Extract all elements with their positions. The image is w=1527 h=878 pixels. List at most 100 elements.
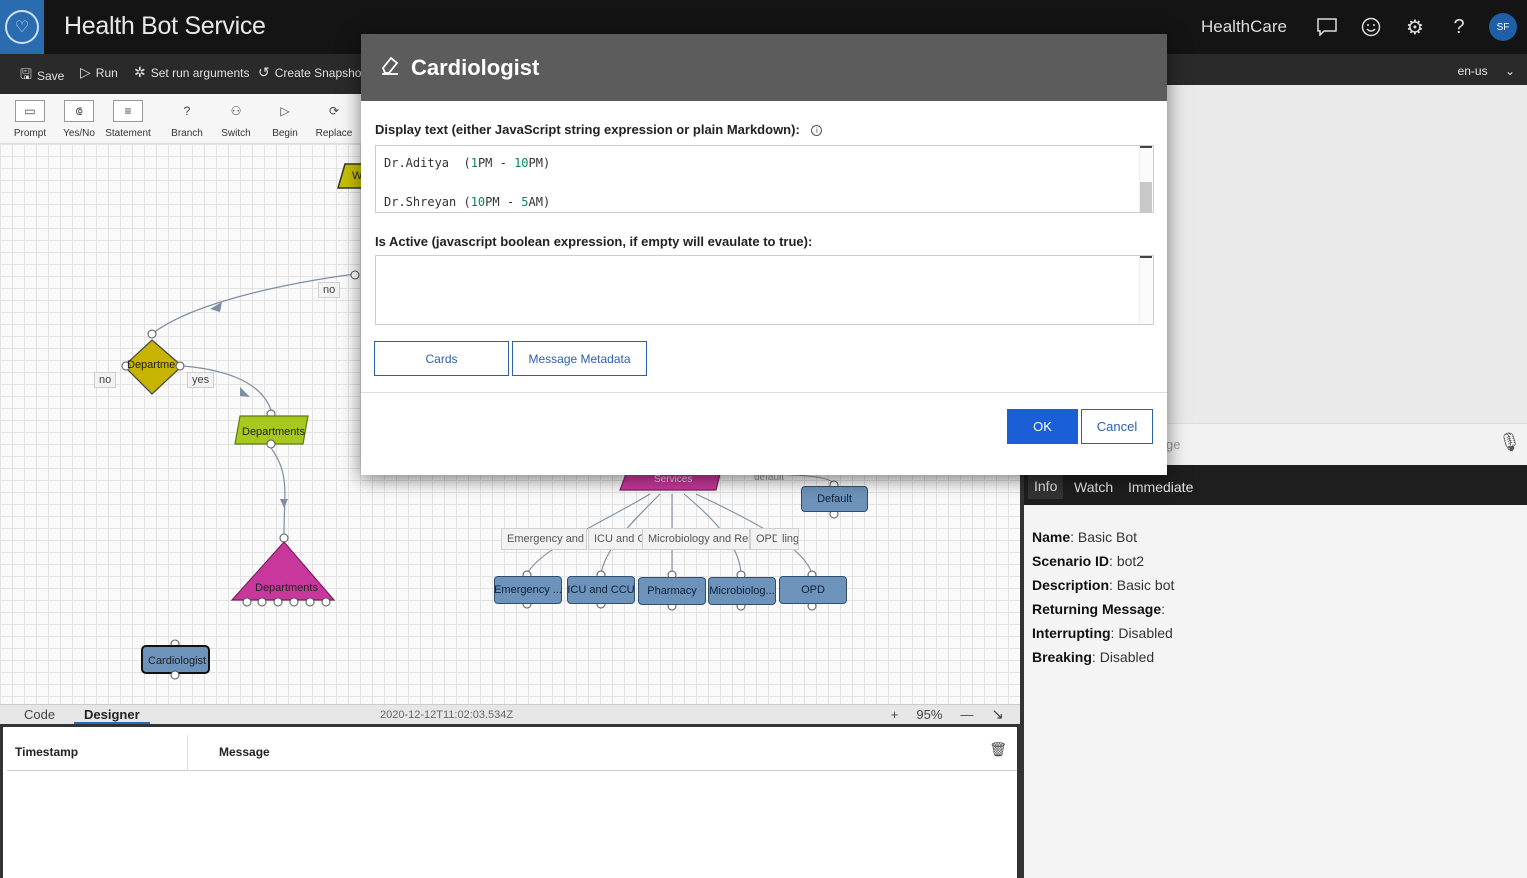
departments-switch-label: Departments <box>255 582 318 594</box>
tab-info[interactable]: Info <box>1028 473 1064 499</box>
display-text-editor[interactable]: Dr.Aditya (1PM - 10PM) Dr.Shreyan (10PM … <box>375 145 1154 213</box>
cardiologist-node-label: Cardiologist <box>148 655 207 667</box>
cancel-button[interactable]: Cancel <box>1081 409 1153 444</box>
feedback-smiley-icon[interactable] <box>1349 0 1393 54</box>
help-icon[interactable]: ? <box>1437 0 1481 54</box>
info-icon[interactable]: i <box>811 125 823 137</box>
edge-label-no: no <box>94 372 117 388</box>
branch-icon: ? <box>183 104 191 118</box>
info-value: bot2 <box>1116 553 1145 569</box>
service-node-label: ICU and CCU <box>567 584 635 596</box>
info-panel: Name: Basic Bot Scenario ID: bot2 Descri… <box>1024 505 1527 878</box>
default-node[interactable]: Default <box>801 486 868 512</box>
play-icon: ▷ <box>80 64 91 80</box>
tenant-name[interactable]: HealthCare <box>1201 17 1287 37</box>
scrollbar-cap <box>1140 256 1152 258</box>
begin-icon: ▷ <box>280 104 290 118</box>
chat-icon[interactable] <box>1305 0 1349 54</box>
palette-begin[interactable]: ▷ Begin <box>261 100 309 139</box>
log-col-message[interactable]: Message <box>219 745 270 759</box>
editor-token: 5 <box>521 195 529 209</box>
app-title: Health Bot Service <box>64 12 266 40</box>
service-node-label: OPD <box>801 584 825 596</box>
save-button[interactable]: 🖫 Save <box>20 64 64 88</box>
info-label: Name <box>1032 529 1071 545</box>
is-active-editor[interactable] <box>375 255 1154 325</box>
yesno-icon: ⟃ <box>64 100 94 122</box>
palette-branch[interactable]: ? Branch <box>163 100 211 139</box>
palette-statement[interactable]: ≡ Statement <box>104 100 152 139</box>
editor-scrollbar[interactable] <box>1139 256 1153 324</box>
service-node[interactable]: ICU and CCU <box>567 576 635 604</box>
editor-token: 1 <box>470 156 478 170</box>
info-interrupting-row: Interrupting: Disabled <box>1032 625 1173 641</box>
info-label: Interrupting <box>1032 625 1111 641</box>
node-palette: ▭ Prompt ⟃ Yes/No ≡ Statement ? Branch ⚇… <box>0 94 362 144</box>
settings-gear-icon[interactable]: ⚙ <box>1393 0 1437 54</box>
chat-input-placeholder: ge <box>1166 437 1181 452</box>
zoom-out-icon[interactable]: — <box>960 707 973 722</box>
service-node-label: Microbiolog... <box>709 585 775 597</box>
editor-scrollbar[interactable] <box>1139 146 1153 213</box>
tab-designer[interactable]: Designer <box>74 707 150 725</box>
editor-tab-bar: Code Designer 2020-12-12T11:02:03.534Z +… <box>0 704 1020 725</box>
info-name-row: Name: Basic Bot <box>1032 529 1138 545</box>
fit-to-screen-icon[interactable]: ↘ <box>991 705 1004 723</box>
microphone-icon[interactable]: 🎙 <box>1498 432 1521 453</box>
info-value: Basic Bot <box>1077 529 1138 545</box>
palette-prompt[interactable]: ▭ Prompt <box>6 100 54 139</box>
palette-switch[interactable]: ⚇ Switch <box>212 100 260 139</box>
tab-watch[interactable]: Watch <box>1074 479 1113 495</box>
zoom-level: 95% <box>916 706 943 722</box>
save-icon: 🖫 <box>20 66 32 82</box>
zoom-in-icon[interactable]: + <box>891 707 899 722</box>
locale-value: en-us <box>1457 64 1488 78</box>
set-run-arguments-label: Set run arguments <box>150 65 250 80</box>
palette-replace[interactable]: ⟳ Replace <box>310 100 358 139</box>
app-logo[interactable]: ♡ <box>0 0 44 54</box>
palette-label: Branch <box>171 128 203 139</box>
editor-token: PM - <box>477 156 515 170</box>
tab-immediate[interactable]: Immediate <box>1128 479 1193 495</box>
trash-icon[interactable]: 🗑 <box>989 741 1007 758</box>
set-run-arguments-button[interactable]: ✲ Set run arguments <box>134 64 249 81</box>
scrollbar-cap <box>1140 146 1152 148</box>
header-actions: HealthCare ⚙ ? SF <box>1201 0 1527 54</box>
dialog-footer-divider <box>361 392 1167 393</box>
run-button[interactable]: ▷ Run <box>80 64 118 81</box>
column-divider <box>187 735 188 771</box>
info-label: Description <box>1032 577 1110 593</box>
palette-yes-no[interactable]: ⟃ Yes/No <box>55 100 103 139</box>
log-col-timestamp[interactable]: Timestamp <box>15 745 78 759</box>
eraser-icon <box>379 54 401 82</box>
service-node[interactable]: Pharmacy <box>638 577 706 605</box>
service-node[interactable]: OPD <box>779 576 847 604</box>
info-breaking-row: Breaking: Disabled <box>1032 649 1155 665</box>
ok-button[interactable]: OK <box>1007 409 1078 444</box>
bug-icon: ✲ <box>134 64 146 80</box>
editor-line: Dr.Aditya (1PM - 10PM) <box>384 156 550 170</box>
palette-label: Begin <box>272 128 298 139</box>
cards-button[interactable]: Cards <box>374 341 509 376</box>
replace-icon: ⟳ <box>328 104 340 118</box>
info-label: Returning Message <box>1032 601 1162 617</box>
info-label: Breaking <box>1032 649 1092 665</box>
editor-line: Dr.Shreyan (10PM - 5AM) <box>384 195 550 209</box>
message-metadata-button[interactable]: Message Metadata <box>512 341 647 376</box>
service-node[interactable]: Microbiolog... <box>708 577 776 605</box>
info-label: Scenario ID <box>1032 553 1110 569</box>
scrollbar-thumb[interactable] <box>1140 182 1152 213</box>
palette-label: Statement <box>105 128 151 139</box>
history-icon: ↺ <box>258 64 270 80</box>
service-node[interactable]: Emergency ... <box>494 576 562 604</box>
zoom-controls: + 95% — ↘ <box>891 705 1004 723</box>
avatar[interactable]: SF <box>1489 13 1517 41</box>
services-node-label: Services <box>654 474 693 485</box>
create-snapshot-button[interactable]: ↺ Create Snapshot <box>258 64 365 81</box>
tab-code[interactable]: Code <box>24 707 55 722</box>
branch-node-label: Departme <box>127 359 176 371</box>
palette-label: Prompt <box>13 128 47 139</box>
service-edge-label: Microbiology and Rese <box>642 528 750 550</box>
locale-select[interactable]: en-us ⌄ <box>1458 64 1515 78</box>
info-value: Disabled <box>1099 649 1155 665</box>
